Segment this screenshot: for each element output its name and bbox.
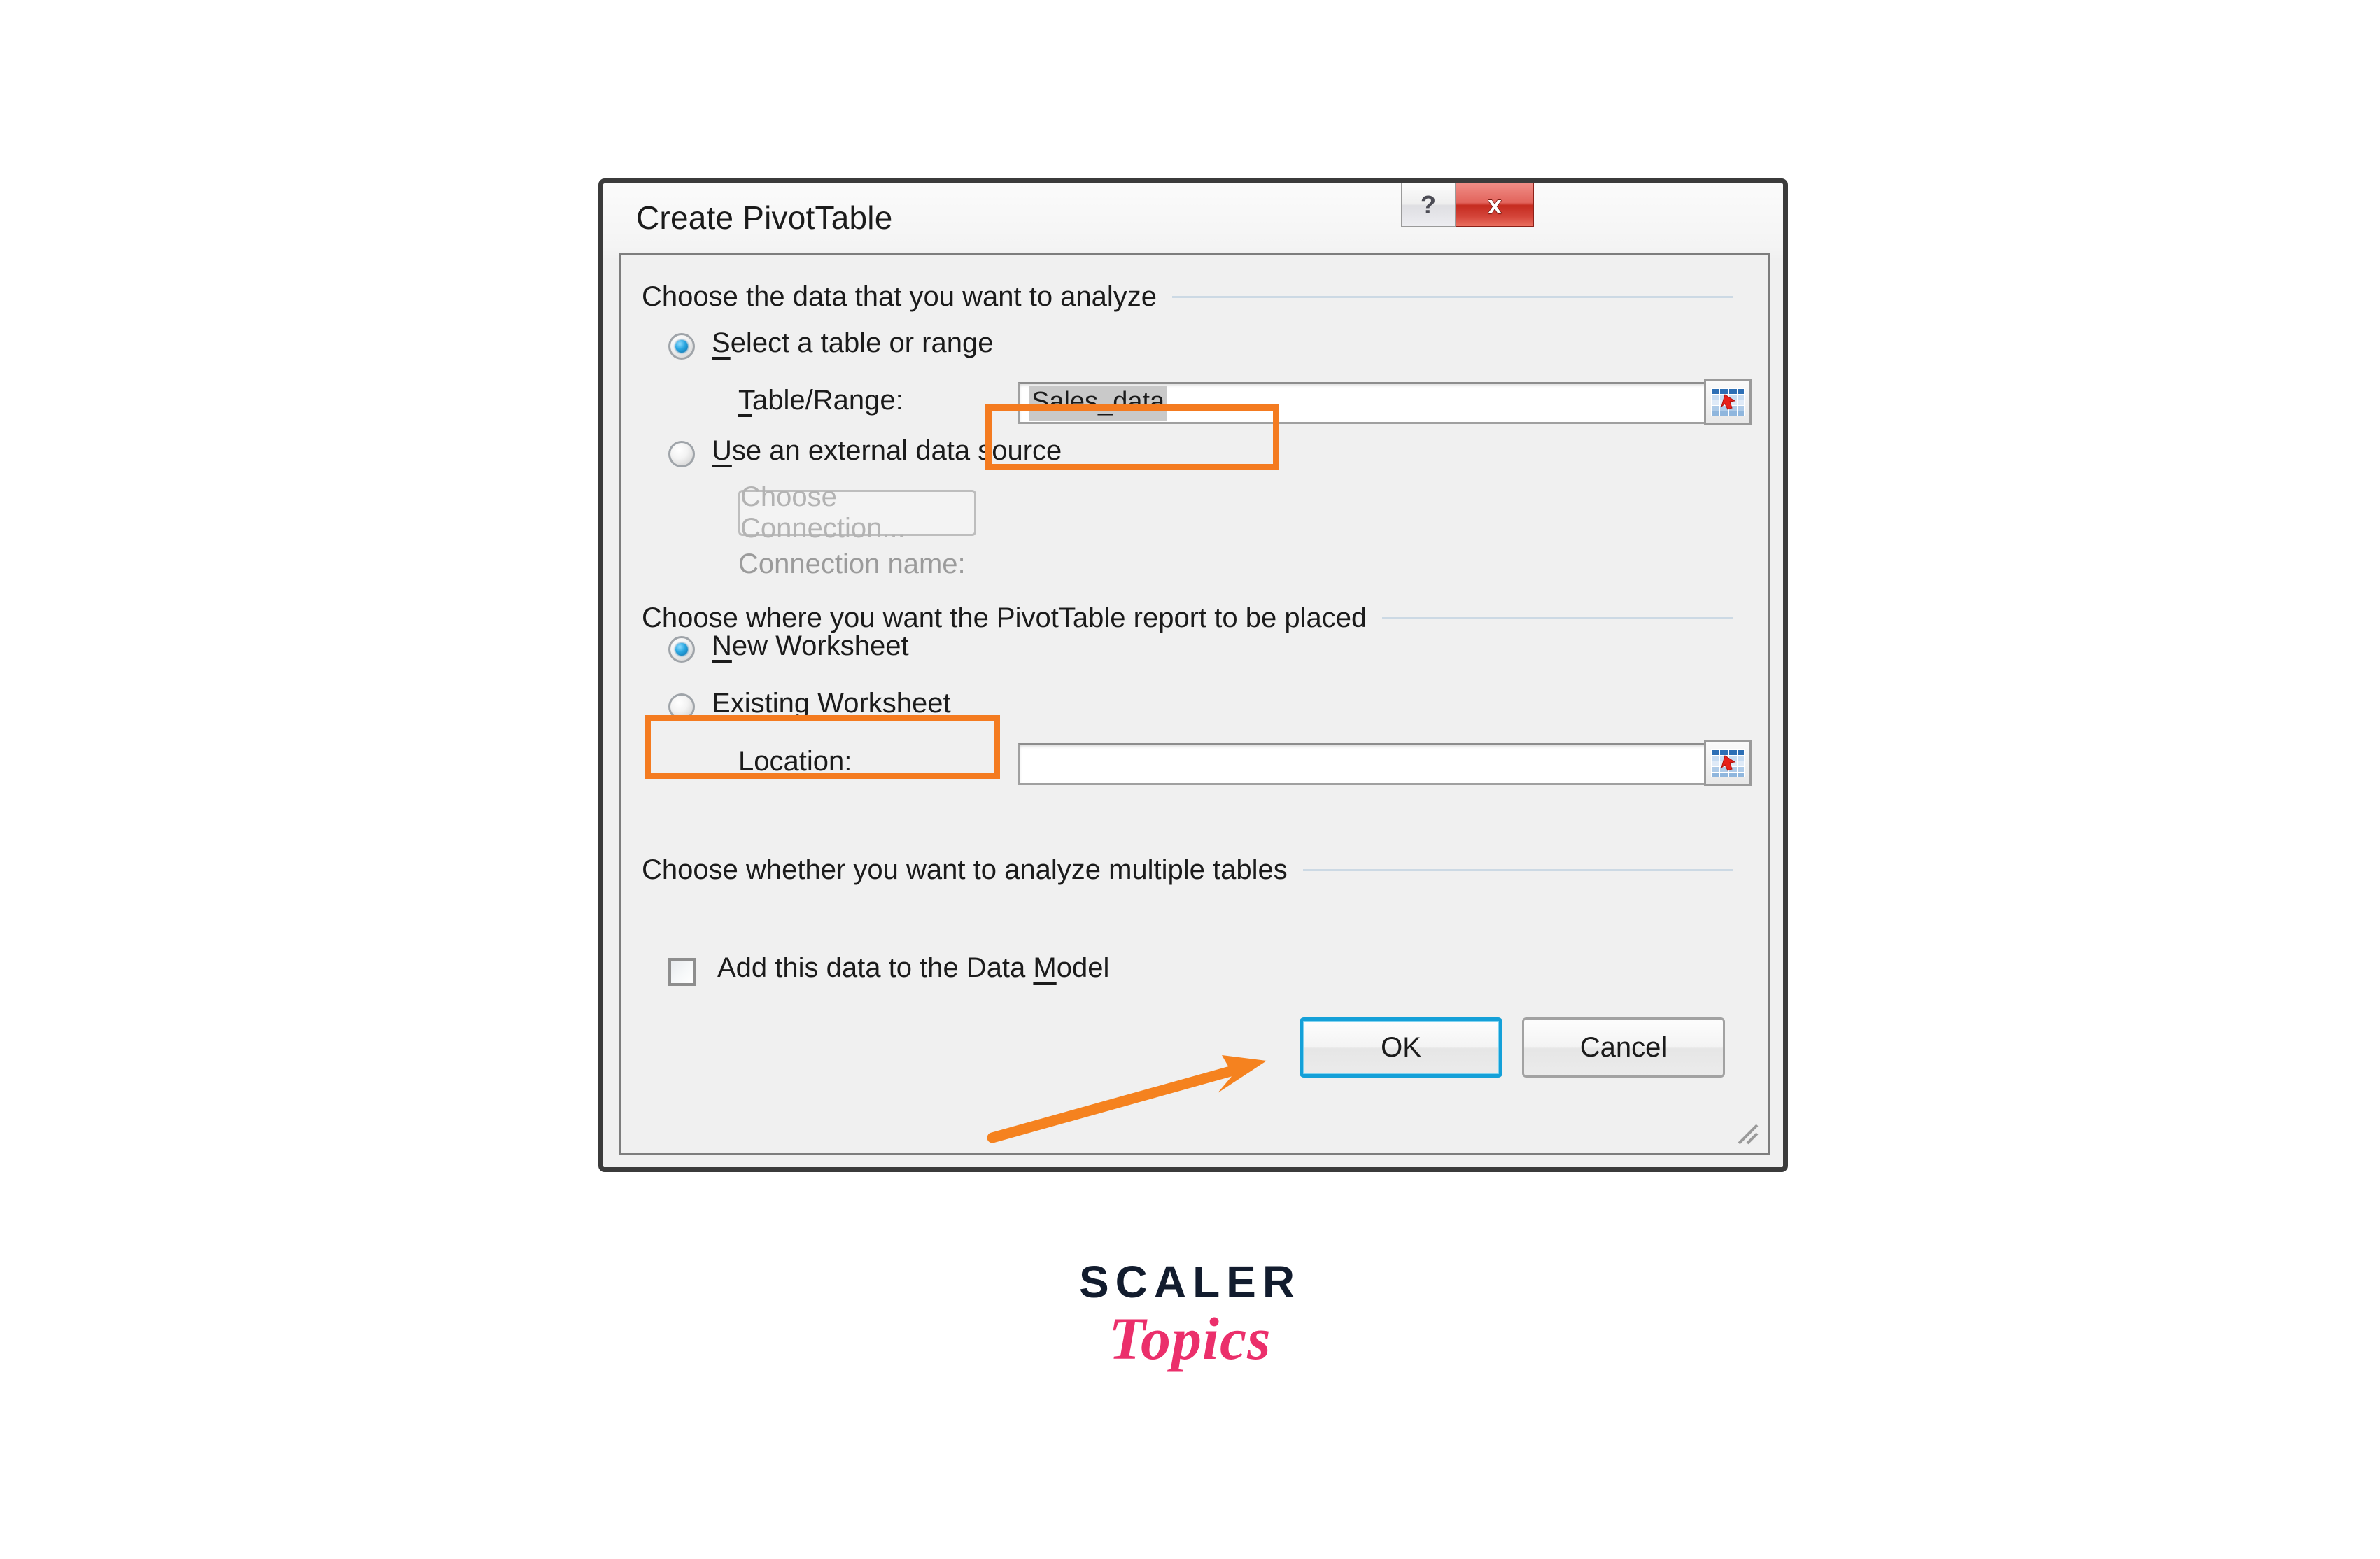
close-button[interactable]: x [1456, 183, 1534, 227]
watermark-scaler-text: SCALER [1078, 1257, 1302, 1307]
radio-existing-worksheet[interactable] [668, 693, 695, 720]
ok-button-label: OK [1381, 1031, 1421, 1063]
group-header-placement-label: Choose where you want the PivotTable rep… [642, 602, 1367, 633]
dialog-title: Create PivotTable [636, 199, 893, 236]
divider [1382, 617, 1733, 619]
resize-grip-icon[interactable] [1731, 1117, 1759, 1145]
range-picker-icon [1711, 388, 1745, 416]
dialog-body: Create PivotTable ? x Choose the data th… [603, 183, 1783, 1167]
group-header-placement: Choose where you want the PivotTable rep… [642, 602, 1733, 634]
close-x-icon: x [1487, 190, 1502, 219]
radio-existing-worksheet-label[interactable]: Existing Worksheet [712, 688, 951, 719]
help-button[interactable]: ? [1401, 183, 1456, 227]
table-range-picker-button[interactable] [1704, 379, 1752, 425]
radio-use-external-data-source-label[interactable]: Use an external data source [712, 435, 1062, 467]
cancel-button-label: Cancel [1579, 1031, 1668, 1063]
watermark-logo: SCALER Topics [0, 1256, 2380, 1374]
radio-use-external-data-source[interactable] [668, 441, 695, 467]
group-header-data-source-label: Choose the data that you want to analyze [642, 281, 1157, 312]
group-header-data-source: Choose the data that you want to analyze [642, 281, 1733, 313]
table-range-input[interactable]: Sales_data [1018, 382, 1718, 424]
choose-connection-label: Choose Connection... [740, 481, 906, 544]
cancel-button[interactable]: Cancel [1522, 1017, 1725, 1078]
location-input[interactable] [1018, 743, 1718, 785]
orange-arrow-annotation [987, 1055, 1267, 1143]
radio-new-worksheet[interactable] [668, 636, 695, 663]
divider [1172, 296, 1733, 298]
watermark-topics-text: Topics [1108, 1305, 1272, 1372]
radio-new-worksheet-label[interactable]: New Worksheet [712, 630, 909, 662]
table-range-label: Table/Range: [738, 385, 903, 416]
group-header-multiple-tables: Choose whether you want to analyze multi… [642, 854, 1733, 886]
location-label: Location: [738, 746, 852, 777]
question-mark-icon: ? [1421, 190, 1436, 219]
range-picker-icon [1711, 749, 1745, 777]
ok-button[interactable]: OK [1300, 1017, 1502, 1078]
dialog-content-panel: Choose the data that you want to analyze… [619, 253, 1770, 1155]
location-picker-button[interactable] [1704, 740, 1752, 786]
checkbox-add-to-data-model[interactable] [668, 958, 696, 986]
radio-select-table-or-range[interactable] [668, 333, 695, 360]
checkbox-add-to-data-model-label[interactable]: Add this data to the Data Model [717, 952, 1109, 984]
divider [1302, 869, 1733, 871]
choose-connection-button[interactable]: Choose Connection... [738, 481, 976, 544]
dialog-titlebar: Create PivotTable ? x [603, 183, 1783, 253]
group-header-multiple-tables-label: Choose whether you want to analyze multi… [642, 854, 1288, 885]
table-range-value: Sales_data [1029, 385, 1168, 421]
radio-select-table-or-range-label[interactable]: Select a table or range [712, 327, 994, 359]
create-pivottable-dialog: Create PivotTable ? x Choose the data th… [598, 178, 1788, 1172]
connection-name-label: Connection name: [738, 549, 966, 579]
